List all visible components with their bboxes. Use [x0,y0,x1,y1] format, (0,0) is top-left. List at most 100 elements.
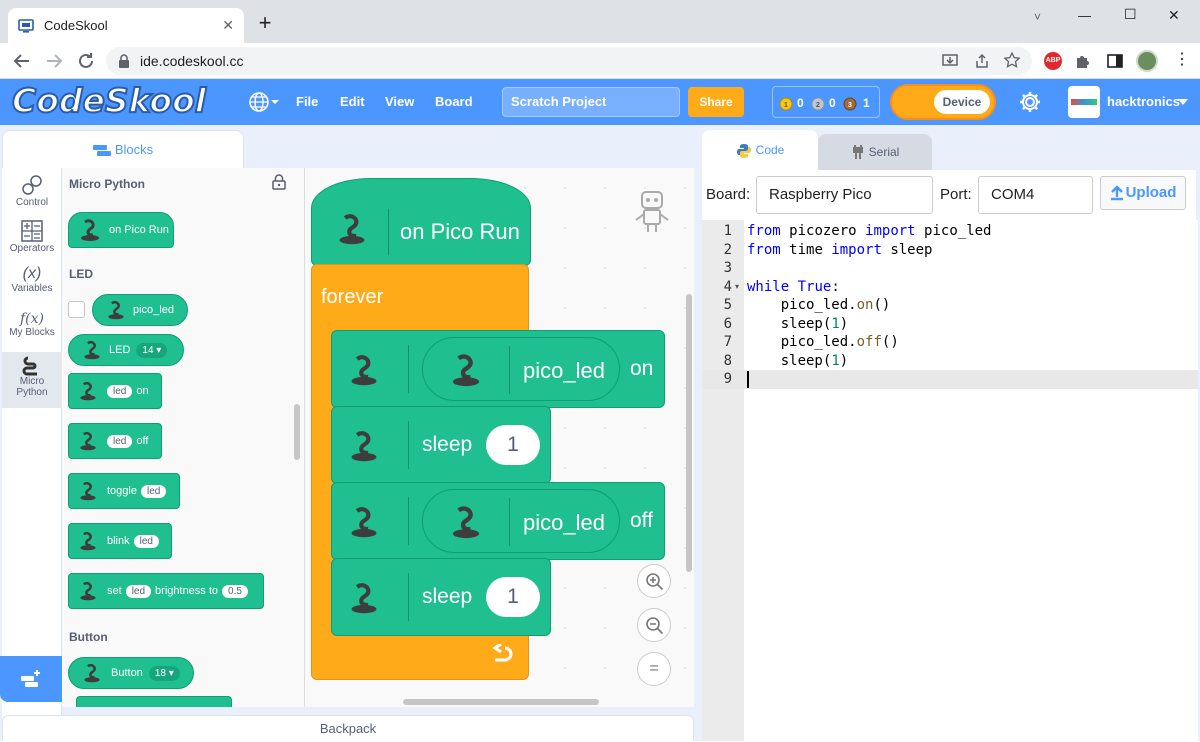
tab-search-icon[interactable]: ˅ [1034,10,1041,24]
extensions-puzzle-icon[interactable] [1074,52,1092,70]
backpack-bar[interactable]: Backpack [2,715,694,741]
tab-blocks[interactable]: Blocks [2,130,244,168]
palette-block-partial[interactable] [76,696,232,707]
pico-led-reporter[interactable]: pico_led [422,489,620,553]
back-arrow-icon[interactable] [10,49,34,73]
palette-block-pico-led-reporter[interactable]: pico_led [92,294,188,326]
svg-text:1: 1 [784,102,788,109]
led-variable-pill[interactable]: led [107,434,133,448]
script-workspace[interactable]: on Pico Run forever pico_led on sleep 1 [304,168,694,707]
workspace-hat-block[interactable]: on Pico Run [311,178,531,266]
workspace-sleep-block-2[interactable]: sleep 1 [331,558,551,636]
led-pin-dropdown[interactable]: 14 ▾ [136,342,168,358]
code-line[interactable]: from time import sleep [747,241,932,260]
share-page-icon[interactable] [974,53,990,69]
user-menu-caret-icon[interactable] [1178,98,1188,106]
led-variable-pill[interactable]: led [125,584,152,598]
button-pin-dropdown[interactable]: 18 ▾ [148,665,180,681]
category-variables[interactable]: (x) Variables [2,262,62,306]
tab-close-icon[interactable]: ✕ [222,17,234,34]
category-my-blocks-label: My Blocks [9,327,55,338]
side-panel-icon[interactable] [1106,52,1124,70]
palette-block-toggle[interactable]: toggle led [68,473,180,509]
board-select[interactable]: Raspberry Pico [756,176,933,214]
palette-scrollbar[interactable] [294,404,300,460]
code-line[interactable]: sleep(1) [747,315,848,334]
code-line[interactable]: pico_led.on() [747,296,891,315]
fold-arrow-icon[interactable]: ▾ [735,282,739,291]
device-toggle[interactable]: Device [890,84,996,120]
minimize-button[interactable]: — [1078,8,1091,23]
code-line[interactable]: while True: [747,278,840,297]
palette-block-led-pin[interactable]: LED 14 ▾ [68,334,184,366]
palette-block-on-pico-run[interactable]: on Pico Run [68,212,174,248]
workspace-horizontal-scrollbar[interactable] [403,699,599,705]
port-select[interactable]: COM4 [978,176,1093,214]
code-line[interactable]: from picozero import pico_led [747,222,991,241]
project-name-input[interactable]: Scratch Project [502,87,680,117]
menu-edit[interactable]: Edit [340,79,365,125]
language-globe-icon[interactable] [248,91,280,113]
palette-block-blink[interactable]: blink led [68,523,172,559]
browser-menu-icon[interactable]: ⋮ [1174,49,1190,69]
workspace-led-off-block[interactable]: pico_led off [331,482,665,560]
install-icon[interactable] [942,53,958,69]
zoom-reset-button[interactable]: = [637,652,671,686]
palette-block-button-pin[interactable]: Button 18 ▾ [68,657,194,689]
forward-arrow-icon[interactable] [42,49,66,73]
user-name[interactable]: hacktronics [1107,94,1180,109]
maximize-button[interactable]: ☐ [1124,6,1137,23]
python-icon [736,143,752,159]
address-bar[interactable]: ide.codeskool.cc [106,47,1032,75]
workspace-sleep-block-1[interactable]: sleep 1 [331,406,551,484]
menu-board[interactable]: Board [435,79,473,125]
palette-block-led-off[interactable]: led off [68,423,162,459]
sleep-seconds-input[interactable]: 1 [486,425,540,465]
text-cursor [747,371,749,388]
category-micro-python[interactable]: Micro Python [2,352,62,408]
settings-gear-icon[interactable] [1018,90,1042,114]
share-button[interactable]: Share [688,87,744,117]
pico-led-checkbox[interactable] [68,301,85,318]
code-line[interactable]: pico_led.off() [747,333,899,352]
browser-tab[interactable]: CodeSkool ✕ [8,8,244,43]
brightness-value-input[interactable]: 0.5 [222,584,248,598]
tab-serial[interactable]: Serial [818,134,932,170]
board-label: Board: [706,186,751,203]
category-control[interactable]: Control [2,168,62,212]
app-menu-bar: CodeSkool File Edit View Board Scratch P… [0,79,1200,125]
bookmark-star-icon[interactable] [1004,52,1020,68]
code-editor[interactable]: from picozero import pico_led from time i… [702,220,1198,741]
add-extension-button[interactable] [0,656,62,702]
palette-block-led-on[interactable]: led on [68,373,162,409]
menu-file[interactable]: File [296,79,318,125]
user-avatar[interactable] [1068,86,1100,118]
led-variable-pill[interactable]: led [133,534,159,548]
new-tab-button[interactable]: + [254,10,276,36]
zoom-out-button[interactable] [637,608,671,642]
code-text-area[interactable]: from picozero import pico_led from time i… [747,222,1187,722]
badges-panel[interactable]: 1 0 2 0 3 1 [772,86,880,118]
tab-code[interactable]: Code [702,130,818,170]
profile-avatar[interactable] [1136,50,1158,72]
category-my-blocks[interactable]: f(x) My Blocks [2,308,62,352]
palette-block-set-brightness[interactable]: set led brightness to 0.5 [68,573,264,609]
sleep-seconds-input[interactable]: 1 [486,577,540,617]
category-operators[interactable]: Operators [2,216,62,260]
led-variable-pill[interactable]: led [107,384,133,398]
menu-view[interactable]: View [385,79,414,125]
zoom-in-button[interactable] [637,564,671,598]
code-line[interactable]: sleep(1) [747,352,848,371]
led-variable-pill[interactable]: led [140,484,167,498]
pico-led-reporter-label: pico_led [523,510,605,535]
close-window-button[interactable]: ✕ [1168,7,1180,24]
workspace-led-on-block[interactable]: pico_led on [331,330,665,408]
workspace-vertical-scrollbar[interactable] [686,294,692,572]
pico-led-reporter[interactable]: pico_led [422,337,620,401]
python-logo-icon [77,580,99,602]
codeskool-logo[interactable]: CodeSkool [11,80,207,121]
palette-lock-icon[interactable] [272,174,286,190]
reload-icon[interactable] [74,49,98,73]
upload-button[interactable]: Upload [1100,176,1186,210]
adblock-extension-icon[interactable]: ABP [1044,52,1062,70]
